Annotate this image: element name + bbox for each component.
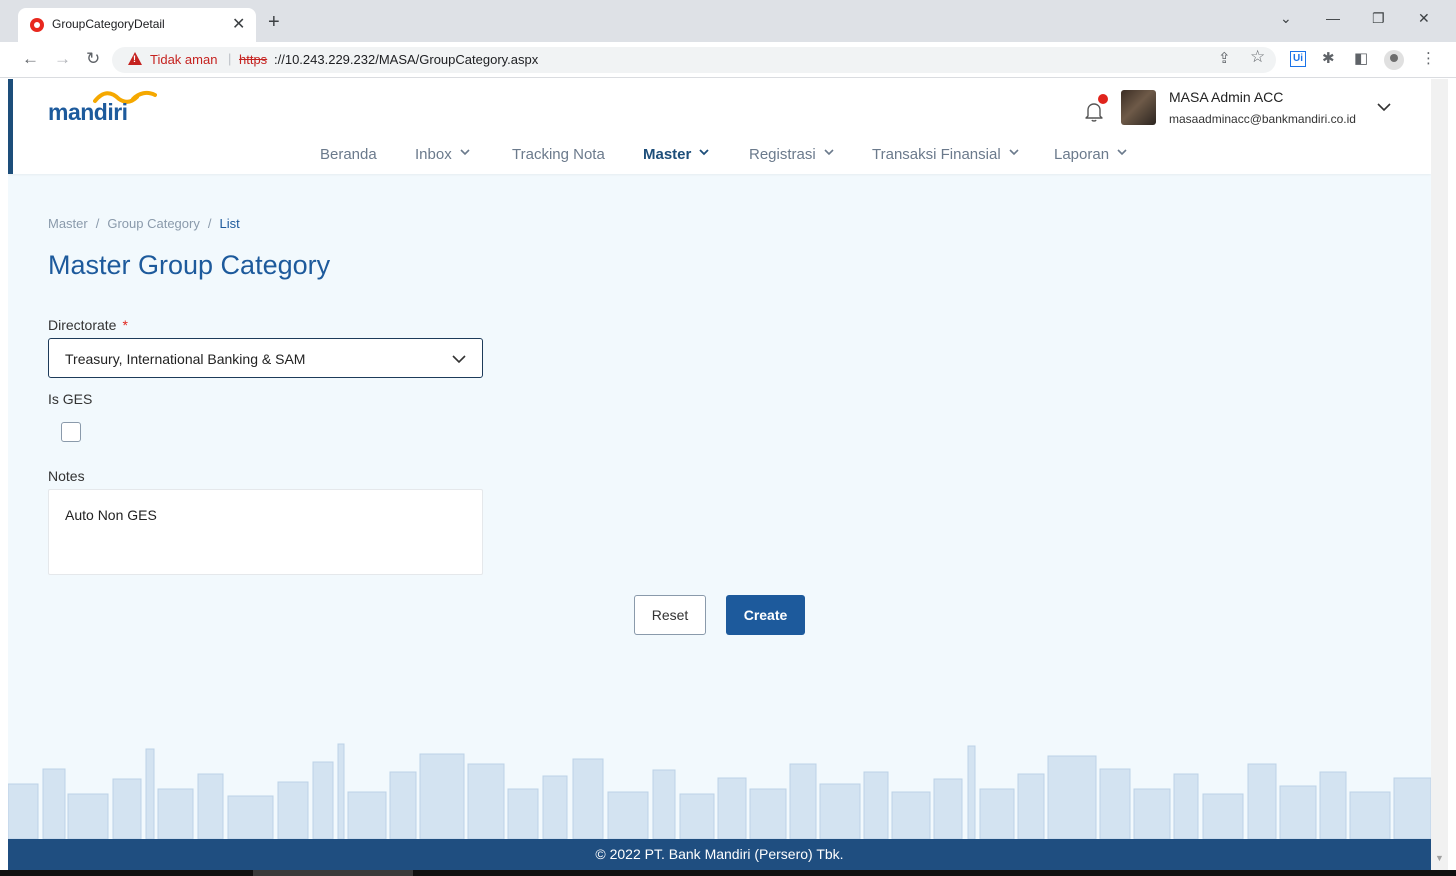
- tab-title: GroupCategoryDetail: [52, 17, 165, 31]
- chevron-down-icon: [699, 149, 709, 156]
- chevron-down-icon: [460, 149, 470, 156]
- menu-item-inbox[interactable]: Inbox: [415, 146, 470, 163]
- directorate-label: Directorate *: [48, 317, 128, 333]
- browser-tab[interactable]: GroupCategoryDetail ✕: [18, 8, 256, 42]
- is-ges-label: Is GES: [48, 391, 93, 407]
- menu-label: Beranda: [320, 146, 377, 163]
- menu-label: Tracking Nota: [512, 146, 605, 163]
- restore-button[interactable]: ❐: [1372, 10, 1385, 27]
- required-mark: *: [122, 317, 128, 333]
- url-text: ://10.243.229.232/MASA/GroupCategory.asp…: [274, 52, 539, 67]
- menu-label: Transaksi Finansial: [872, 146, 1001, 163]
- directorate-selected-value: Treasury, International Banking & SAM: [65, 351, 306, 367]
- notification-dot: [1098, 94, 1108, 104]
- scroll-down-icon[interactable]: ▼: [1435, 853, 1444, 863]
- address-bar[interactable]: Tidak aman | https ://10.243.229.232/MAS…: [112, 47, 1276, 73]
- menu-label: Laporan: [1054, 146, 1110, 163]
- directorate-select[interactable]: Treasury, International Banking & SAM: [48, 338, 483, 378]
- mandiri-logo[interactable]: mandiri: [48, 99, 128, 126]
- url-scheme: https: [239, 52, 268, 67]
- page-footer: © 2022 PT. Bank Mandiri (Persero) Tbk.: [8, 839, 1431, 870]
- close-window-button[interactable]: ✕: [1418, 10, 1430, 27]
- tab-search-icon[interactable]: ⌄: [1280, 10, 1292, 27]
- forward-button[interactable]: →: [54, 50, 71, 68]
- app-header: mandiri MASA Admin ACC masaadminacc@bank…: [8, 79, 1431, 174]
- chevron-down-icon: [452, 355, 466, 364]
- puzzle-icon[interactable]: ✱: [1322, 51, 1335, 67]
- notes-textarea[interactable]: Auto Non GES: [48, 489, 483, 575]
- chevron-down-icon: [1009, 149, 1019, 156]
- user-name: MASA Admin ACC: [1169, 89, 1284, 105]
- share-icon[interactable]: ⇪: [1218, 51, 1231, 67]
- directorate-label-text: Directorate: [48, 317, 117, 333]
- reload-button[interactable]: ↻: [86, 50, 100, 68]
- breadcrumb-separator: /: [95, 216, 100, 231]
- warning-icon: [128, 52, 142, 65]
- tab-close-icon[interactable]: ✕: [232, 14, 245, 34]
- notes-label: Notes: [48, 468, 85, 484]
- ui-extension-icon[interactable]: Ui: [1290, 51, 1306, 67]
- os-taskbar: [0, 870, 1456, 876]
- security-status[interactable]: Tidak aman: [150, 52, 217, 67]
- user-email: masaadminacc@bankmandiri.co.id: [1169, 112, 1356, 126]
- star-icon[interactable]: ☆: [1250, 48, 1265, 65]
- back-button[interactable]: ←: [22, 50, 39, 68]
- chevron-down-icon: [824, 149, 834, 156]
- avatar[interactable]: [1121, 90, 1156, 125]
- reset-button[interactable]: Reset: [634, 595, 706, 635]
- menu-item-beranda[interactable]: Beranda: [320, 146, 377, 163]
- user-menu-chevron-down-icon[interactable]: [1376, 99, 1392, 115]
- browser-tabstrip: GroupCategoryDetail ✕ + ⌄ — ❐ ✕: [0, 0, 1456, 42]
- chevron-down-icon: [1117, 149, 1127, 156]
- is-ges-checkbox[interactable]: [61, 422, 81, 442]
- menu-label: Inbox: [415, 146, 452, 163]
- tab-favicon-icon: [30, 18, 44, 32]
- new-tab-button[interactable]: +: [268, 12, 280, 32]
- profile-icon[interactable]: [1384, 50, 1404, 70]
- notes-value: Auto Non GES: [65, 507, 157, 523]
- page-content: mandiri MASA Admin ACC masaadminacc@bank…: [8, 79, 1431, 870]
- menu-label: Registrasi: [749, 146, 816, 163]
- breadcrumb-item-master[interactable]: Master: [48, 216, 88, 231]
- menu-item-master[interactable]: Master: [643, 146, 709, 163]
- url-separator: |: [228, 51, 232, 66]
- breadcrumb-item-group-category[interactable]: Group Category: [107, 216, 200, 231]
- menu-item-transaksi-finansial[interactable]: Transaksi Finansial: [872, 146, 1019, 163]
- minimize-button[interactable]: —: [1326, 10, 1340, 26]
- sidepanel-icon[interactable]: ◧: [1354, 51, 1368, 67]
- menu-item-tracking-nota[interactable]: Tracking Nota: [512, 146, 605, 163]
- breadcrumb-item-list: List: [219, 216, 240, 231]
- page-title: Master Group Category: [48, 250, 331, 280]
- page-scrollbar[interactable]: ▼: [1431, 79, 1448, 870]
- breadcrumb: Master / Group Category / List: [48, 216, 240, 231]
- browser-toolbar: ← → ↻ Tidak aman | https ://10.243.229.2…: [0, 42, 1456, 78]
- menu-item-registrasi[interactable]: Registrasi: [749, 146, 834, 163]
- create-button[interactable]: Create: [726, 595, 805, 635]
- menu-label: Master: [643, 146, 692, 163]
- menu-item-laporan[interactable]: Laporan: [1054, 146, 1127, 163]
- more-icon[interactable]: ⋮: [1421, 51, 1436, 67]
- taskbar-item[interactable]: [253, 870, 413, 876]
- city-skyline-illustration: [8, 743, 1431, 839]
- breadcrumb-separator: /: [207, 216, 212, 231]
